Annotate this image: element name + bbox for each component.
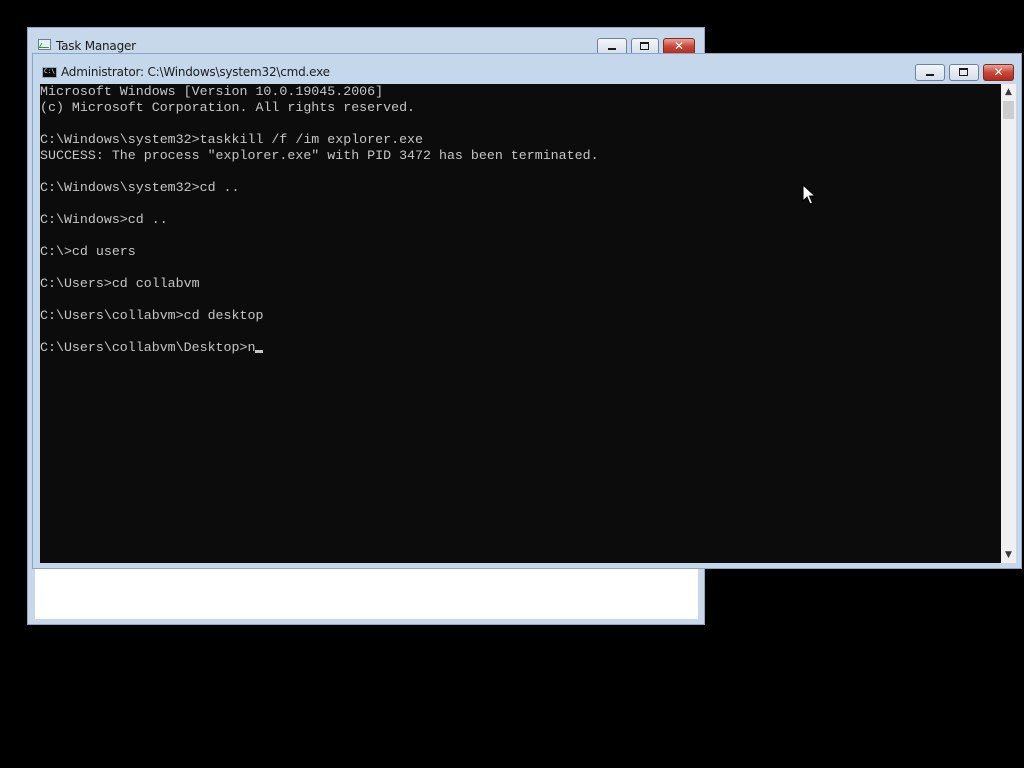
- mouse-pointer-icon: [802, 184, 816, 205]
- console-line: C:\Windows\system32>taskkill /f /im expl…: [40, 132, 424, 147]
- console-line: C:\Users\collabvm>cd desktop: [40, 308, 264, 323]
- task-manager-titlebar[interactable]: Task Manager ✕: [28, 28, 704, 55]
- scroll-up-button[interactable]: ▲: [1001, 84, 1016, 100]
- console-line: SUCCESS: The process "explorer.exe" with…: [40, 148, 599, 163]
- maximize-icon: [640, 42, 649, 50]
- minimize-icon: [608, 48, 616, 50]
- cmd-titlebar[interactable]: C:\ Administrator: C:\Windows\system32\c…: [33, 54, 1021, 84]
- chevron-up-icon: ▲: [1005, 87, 1012, 97]
- scroll-down-button[interactable]: ▼: [1001, 547, 1016, 563]
- task-manager-content: [35, 568, 698, 619]
- console-prompt-line[interactable]: C:\Users\collabvm\Desktop>n: [40, 340, 264, 356]
- scroll-thumb[interactable]: [1003, 101, 1014, 119]
- text-cursor: [255, 350, 264, 353]
- console-line: C:\Users>cd collabvm: [40, 276, 200, 291]
- desktop: Task Manager ✕ C:\ Administrator: C:\Win…: [0, 0, 1024, 768]
- console-line: C:\Windows>cd ..: [40, 212, 168, 227]
- cmd-close-button[interactable]: ✕: [983, 64, 1014, 81]
- chevron-down-icon: ▼: [1005, 550, 1012, 560]
- close-icon: ✕: [993, 65, 1004, 79]
- console-prompt-text: C:\Users\collabvm\Desktop>n: [40, 340, 256, 355]
- vertical-scrollbar[interactable]: ▲ ▼: [1001, 84, 1016, 563]
- task-manager-icon: [38, 39, 51, 50]
- minimize-icon: [926, 74, 934, 76]
- cmd-icon: C:\: [42, 67, 57, 78]
- task-manager-title: Task Manager: [56, 39, 136, 53]
- console-line: (c) Microsoft Corporation. All rights re…: [40, 100, 416, 115]
- console-line: C:\>cd users: [40, 244, 136, 259]
- cmd-title: Administrator: C:\Windows\system32\cmd.e…: [61, 65, 330, 79]
- cmd-minimize-button[interactable]: [915, 64, 945, 81]
- maximize-icon: [959, 68, 968, 76]
- console-line: Microsoft Windows [Version 10.0.19045.20…: [40, 84, 384, 99]
- console-output[interactable]: Microsoft Windows [Version 10.0.19045.20…: [40, 84, 1001, 563]
- cmd-maximize-button[interactable]: [949, 64, 979, 81]
- cmd-window[interactable]: C:\ Administrator: C:\Windows\system32\c…: [32, 53, 1022, 569]
- close-icon: ✕: [673, 39, 685, 53]
- console-line: C:\Windows\system32>cd ..: [40, 180, 240, 195]
